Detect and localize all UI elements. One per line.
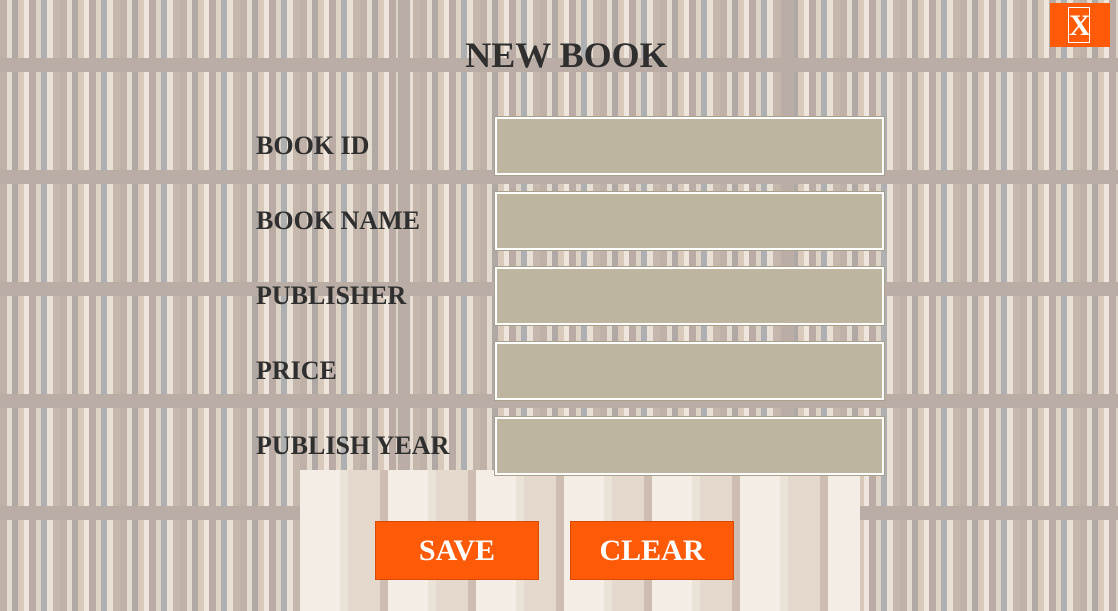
- book-id-input[interactable]: [494, 116, 885, 176]
- publisher-label: PUBLISHER: [256, 281, 407, 310]
- price-label: PRICE: [256, 356, 337, 385]
- book-name-input[interactable]: [494, 191, 885, 251]
- publish-year-input[interactable]: [494, 416, 885, 476]
- page-title: NEW BOOK: [465, 35, 668, 75]
- price-input[interactable]: [494, 341, 885, 401]
- publish-year-label: PUBLISH YEAR: [256, 431, 450, 460]
- book-name-label: BOOK NAME: [256, 206, 420, 235]
- save-button[interactable]: SAVE: [375, 521, 539, 580]
- book-id-label: BOOK ID: [256, 131, 370, 160]
- publisher-input[interactable]: [494, 266, 885, 326]
- clear-button[interactable]: CLEAR: [570, 521, 734, 580]
